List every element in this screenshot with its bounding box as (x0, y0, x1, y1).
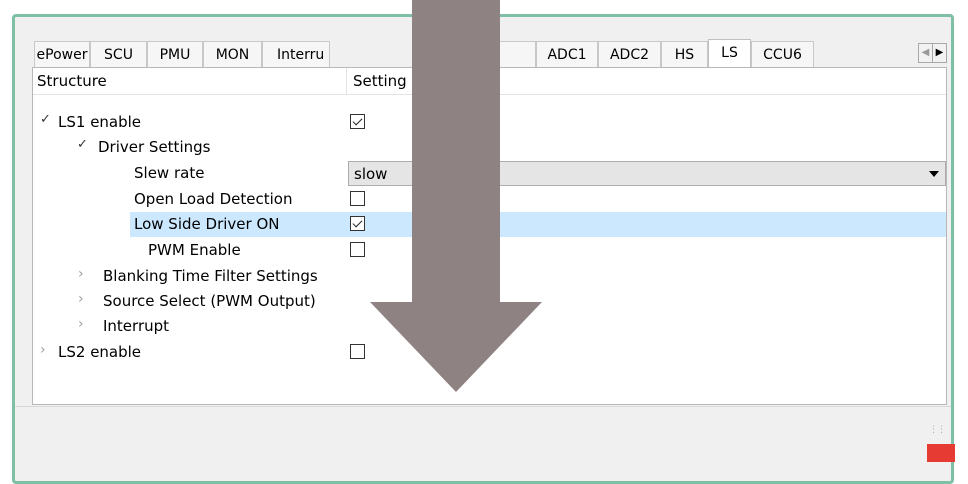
tab-epower[interactable]: ePower (34, 41, 90, 67)
chevron-left-icon[interactable]: ◀ (918, 43, 933, 63)
column-settings[interactable]: Setting (353, 72, 407, 90)
row-label: LS1 enable (58, 113, 142, 131)
chevron-down-icon[interactable]: ✓ (40, 112, 51, 127)
tab-scu[interactable]: SCU (90, 41, 147, 67)
tree-header: Structure Setting (33, 68, 946, 95)
chevron-down-icon[interactable] (929, 171, 939, 177)
tab-bar: ePower SCU PMU MON Interru RT ADC1 ADC2 … (34, 39, 948, 68)
status-bar: ⋮⋮ (15, 406, 951, 447)
chevron-right-icon[interactable]: › (40, 342, 46, 358)
row-label: Driver Settings (98, 138, 211, 156)
tab-ccu6[interactable]: CCU6 (751, 41, 814, 67)
tab-pmu[interactable]: PMU (147, 41, 203, 67)
tree-row-open-load-detection[interactable]: Open Load Detection (33, 187, 946, 212)
resize-grip-icon[interactable]: ⋮⋮ (929, 425, 946, 435)
row-label: Slew rate (134, 164, 205, 182)
tab-adc2[interactable]: ADC2 (598, 41, 661, 67)
chevron-right-icon[interactable]: › (78, 291, 84, 307)
tab-mon[interactable]: MON (203, 41, 262, 67)
slew-rate-select[interactable]: slow (348, 161, 946, 186)
chevron-down-icon[interactable]: ✓ (77, 137, 88, 152)
column-structure[interactable]: Structure (37, 72, 107, 90)
tab-adc1[interactable]: ADC1 (536, 41, 598, 67)
ls2-enable-checkbox[interactable] (350, 344, 365, 359)
tree-row-ls2-enable[interactable]: › LS2 enable (33, 340, 946, 365)
tree-row-source-select[interactable]: › Source Select (PWM Output) (33, 289, 946, 314)
row-label: Blanking Time Filter Settings (103, 267, 318, 285)
open-load-detection-checkbox[interactable] (350, 191, 365, 206)
tree-row-ls1-enable[interactable]: ✓ LS1 enable (33, 110, 946, 135)
tree-row-pwm-enable[interactable]: PWM Enable (33, 238, 946, 263)
row-label: Interrupt (103, 317, 170, 335)
chevron-right-icon[interactable]: ▶ (932, 43, 947, 63)
chevron-right-icon[interactable]: › (78, 316, 84, 332)
tree-row-driver-settings[interactable]: ✓ Driver Settings (33, 135, 946, 160)
pwm-enable-checkbox[interactable] (350, 242, 365, 257)
row-label: LS2 enable (58, 343, 142, 361)
row-label: PWM Enable (148, 241, 241, 259)
row-label: Low Side Driver ON (134, 215, 280, 233)
ls1-enable-checkbox[interactable] (350, 114, 365, 129)
structure-tree: Structure Setting ✓ LS1 enable ✓ Driver … (32, 67, 947, 405)
red-corner (927, 444, 955, 462)
low-side-driver-on-checkbox[interactable] (350, 216, 365, 231)
tree-row-blanking-time-filter-settings[interactable]: › Blanking Time Filter Settings (33, 264, 946, 289)
tab-ls[interactable]: LS (708, 39, 751, 67)
tab-interrupt[interactable]: Interru (262, 41, 330, 67)
tab-hs[interactable]: HS (661, 41, 708, 67)
row-label: Open Load Detection (134, 190, 293, 208)
tab-rt[interactable]: RT (474, 41, 536, 67)
chevron-right-icon[interactable]: › (78, 266, 84, 282)
tree-row-interrupt[interactable]: › Interrupt (33, 314, 946, 339)
column-divider[interactable] (346, 68, 347, 94)
row-label: Source Select (PWM Output) (103, 292, 316, 310)
select-value: slow (354, 165, 388, 183)
tree-row-slew-rate[interactable]: Slew rate slow (33, 161, 946, 186)
tree-row-low-side-driver-on[interactable]: Low Side Driver ON (33, 212, 946, 237)
